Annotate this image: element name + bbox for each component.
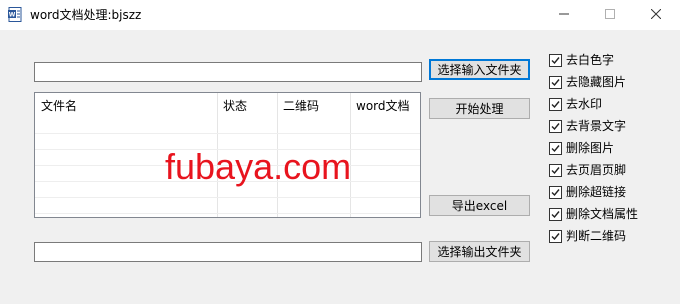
option-detect-qrcode[interactable]: 判断二维码 [549,227,626,245]
export-excel-button[interactable]: 导出excel [429,195,530,216]
select-input-folder-button[interactable]: 选择输入文件夹 [429,59,530,80]
option-remove-white-text[interactable]: 去白色字 [549,51,614,69]
close-icon [650,8,662,22]
export-excel-label: 导出excel [451,199,508,213]
start-processing-button[interactable]: 开始处理 [429,98,530,119]
option-label: 去隐藏图片 [566,75,627,89]
option-label: 删除图片 [566,141,615,155]
minimize-icon [559,8,569,22]
option-label: 判断二维码 [566,229,627,243]
column-header-filename[interactable]: 文件名 [35,93,217,119]
option-delete-images[interactable]: 删除图片 [549,139,614,157]
option-label: 删除文档属性 [566,207,639,221]
option-remove-watermark[interactable]: 去水印 [549,95,602,113]
checkbox[interactable] [549,185,562,199]
option-remove-hidden-images[interactable]: 去隐藏图片 [549,73,626,91]
option-delete-hyperlinks[interactable]: 删除超链接 [549,183,626,201]
row-divider [35,133,420,134]
option-label: 去水印 [566,97,603,111]
maximize-icon [605,8,615,22]
watermark-text: fubaya.com [165,146,352,187]
checkbox[interactable] [549,53,562,67]
checkbox[interactable] [549,119,562,133]
checkbox[interactable] [549,207,562,221]
row-divider [35,197,420,198]
option-remove-background-text[interactable]: 去背景文字 [549,117,626,135]
column-header-status[interactable]: 状态 [217,93,277,119]
start-processing-label: 开始处理 [455,102,504,116]
table-header: 文件名 状态 二维码 word文档 [35,93,420,119]
minimize-button[interactable] [541,0,587,30]
option-label: 去页眉页脚 [566,163,627,177]
checkbox[interactable] [549,141,562,155]
word-document-icon: W [8,7,23,22]
checkbox[interactable] [549,229,562,243]
checkbox[interactable] [549,163,562,177]
column-header-word-document[interactable]: word文档 [350,93,420,119]
select-output-folder-label: 选择输出文件夹 [437,245,522,259]
input-folder-field[interactable] [34,62,422,82]
option-label: 去背景文字 [566,119,627,133]
column-header-qrcode[interactable]: 二维码 [277,93,350,119]
close-button[interactable] [633,0,679,30]
window-title: word文档处理:bjszz [30,8,142,22]
select-input-folder-label: 选择输入文件夹 [437,63,522,77]
option-label: 去白色字 [566,53,615,67]
checkbox[interactable] [549,75,562,89]
option-remove-header-footer[interactable]: 去页眉页脚 [549,161,626,179]
row-divider [35,213,420,214]
select-output-folder-button[interactable]: 选择输出文件夹 [429,241,530,262]
output-folder-field[interactable] [34,242,422,262]
option-delete-document-properties[interactable]: 删除文档属性 [549,205,638,223]
maximize-button[interactable] [587,0,633,30]
option-label: 删除超链接 [566,185,627,199]
svg-text:W: W [9,12,16,19]
title-bar: W word文档处理:bjszz [0,0,680,30]
checkbox[interactable] [549,97,562,111]
